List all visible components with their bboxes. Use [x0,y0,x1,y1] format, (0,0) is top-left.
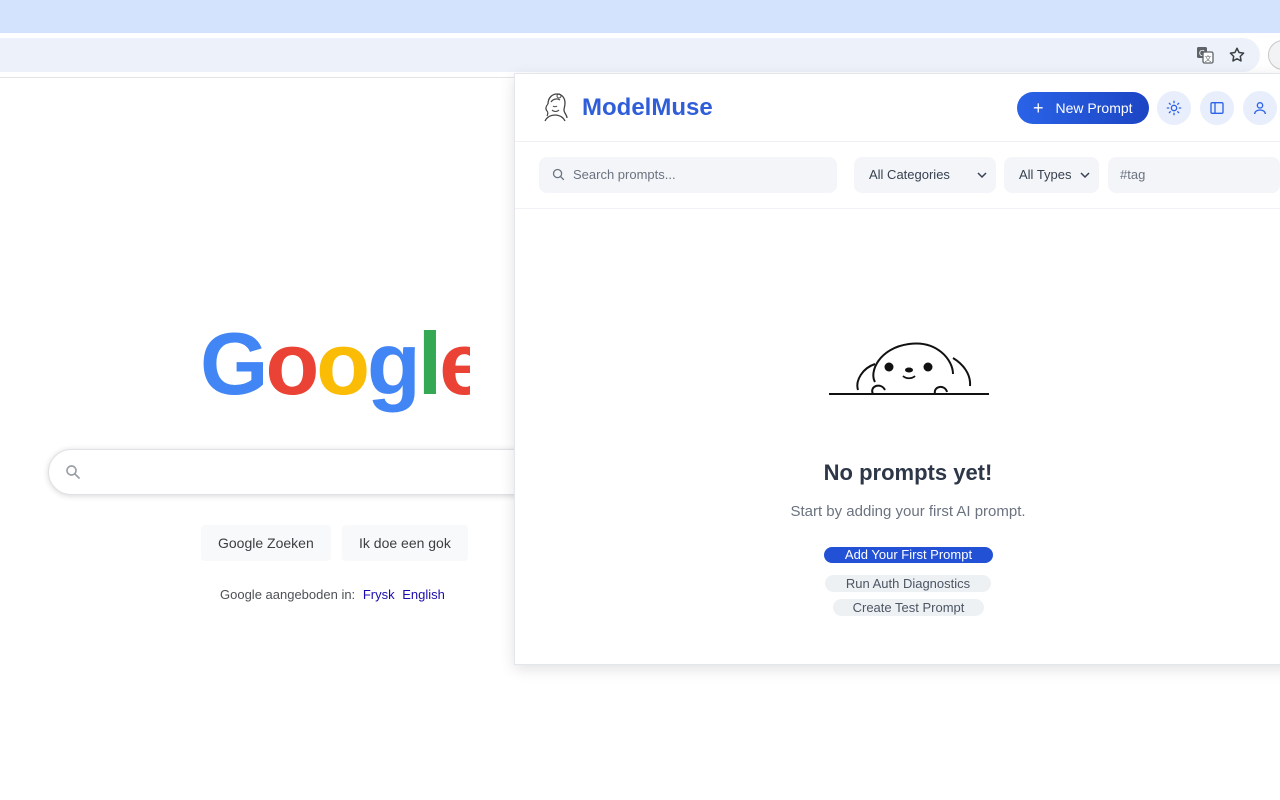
new-prompt-label: New Prompt [1055,100,1133,116]
avatar[interactable] [1268,40,1280,70]
sidebar-icon [1210,102,1224,114]
empty-state-title: No prompts yet! [823,460,993,485]
google-search-button[interactable]: Google Zoeken [201,525,331,561]
chevron-down-icon [1080,172,1090,179]
translate-icon[interactable]: G 文 [1194,44,1216,66]
category-select-value: All Categories [869,167,950,182]
offered-in-label: Google aangeboden in: [220,587,356,602]
new-prompt-button[interactable]: + New Prompt [1017,92,1149,124]
dog-illustration [829,342,989,395]
language-link-frysk[interactable]: Frysk [363,587,395,602]
prompt-search-input[interactable]: Search prompts... [539,157,837,193]
address-bar[interactable] [0,38,1260,72]
muse-logo-icon [544,93,568,122]
empty-state-subtitle: Start by adding your first AI prompt. [790,503,1026,520]
auth-diagnostics-button[interactable]: Run Auth Diagnostics [825,575,991,592]
create-test-prompt-button[interactable]: Create Test Prompt [833,599,984,616]
tab-strip [0,0,1280,33]
search-icon [64,463,82,486]
sidebar-toggle-button[interactable] [1200,91,1234,125]
category-select[interactable]: All Categories [854,157,996,193]
lucky-button[interactable]: Ik doe een gok [342,525,468,561]
chevron-down-icon [977,172,987,179]
plus-icon: + [1033,98,1044,118]
type-select[interactable]: All Types [1004,157,1099,193]
search-placeholder: Search prompts... [573,167,676,182]
tag-filter-input[interactable]: #tag [1108,157,1280,193]
sun-icon [1166,100,1182,116]
search-icon [551,167,566,187]
type-select-value: All Types [1019,167,1072,182]
panel-header: ModelMuse + New Prompt [515,74,1280,142]
modelmuse-panel: ModelMuse + New Prompt Search prompts...… [514,73,1280,665]
star-icon[interactable] [1226,44,1248,66]
add-first-prompt-button[interactable]: Add Your First Prompt [824,547,993,563]
browser-toolbar: G 文 [0,33,1280,78]
user-button[interactable] [1243,91,1277,125]
filter-bar: Search prompts... All Categories All Typ… [515,142,1280,209]
language-offer: Google aangeboden in: Frysk English [220,587,445,602]
language-link-english[interactable]: English [402,587,445,602]
svg-text:Google: Google [200,328,470,413]
google-logo: Google [200,328,470,413]
svg-text:文: 文 [1205,54,1212,63]
theme-toggle-button[interactable] [1157,91,1191,125]
brand-title: ModelMuse [582,94,713,121]
user-icon [1254,102,1266,115]
